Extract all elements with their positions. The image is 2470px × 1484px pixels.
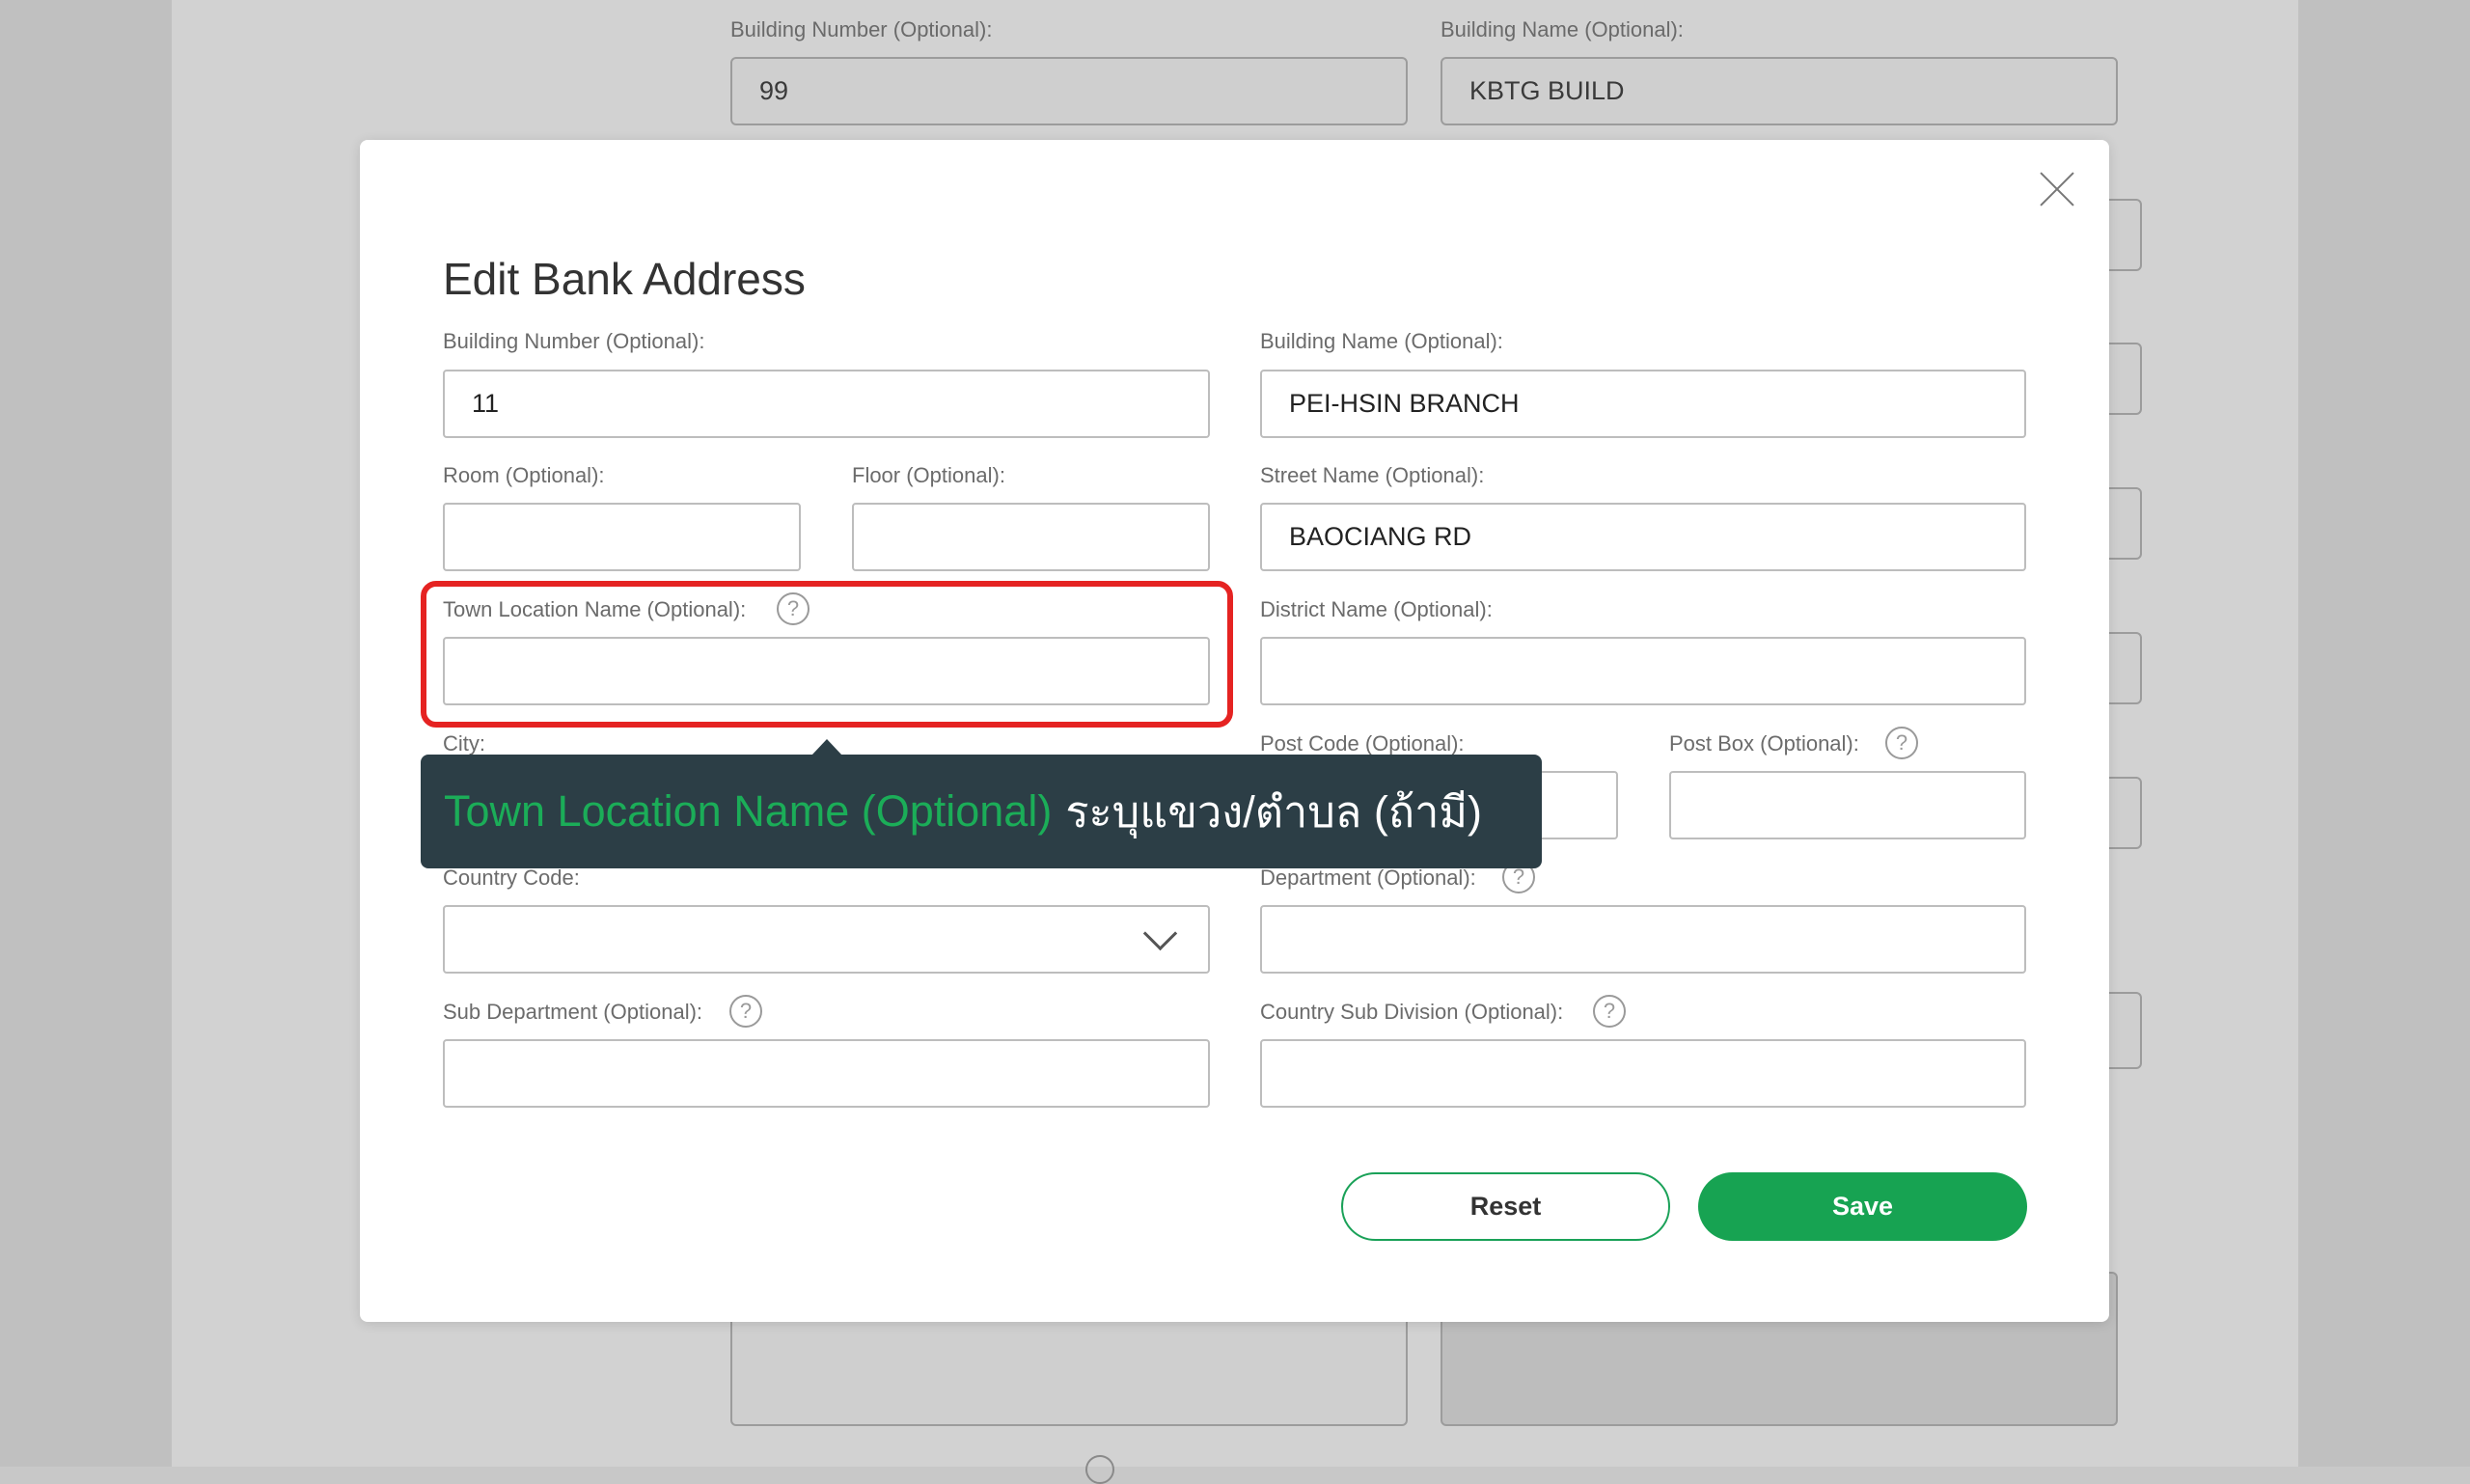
bg-building-number-label: Building Number (Optional): [730,17,993,41]
street-name-input[interactable]: BAOCIANG RD [1260,503,2026,571]
close-icon[interactable] [2038,170,2076,208]
background-left-margin [0,0,172,1467]
tooltip-field-name: Town Location Name (Optional) [444,786,1053,836]
department-label: Department (Optional): [1260,866,1476,890]
save-button[interactable]: Save [1698,1172,2027,1241]
country-sub-division-label: Country Sub Division (Optional): [1260,1000,1564,1024]
room-label: Room (Optional): [443,463,605,487]
country-sub-division-input[interactable] [1260,1039,2026,1108]
building-name-input[interactable]: PEI-HSIN BRANCH [1260,370,2026,438]
post-box-input[interactable] [1669,771,2026,839]
help-tooltip: Town Location Name (Optional) ระบุแขวง/ต… [421,755,1542,868]
building-number-label: Building Number (Optional): [443,329,705,353]
floor-input[interactable] [852,503,1210,571]
building-number-input[interactable]: 11 [443,370,1210,438]
bg-building-number-input: 99 [730,57,1408,125]
district-name-label: District Name (Optional): [1260,597,1493,621]
country-sub-division-help-icon[interactable]: ? [1593,995,1626,1028]
district-name-input[interactable] [1260,637,2026,705]
department-input[interactable] [1260,905,2026,974]
background-right-margin [2298,0,2470,1467]
bg-building-name-label: Building Name (Optional): [1441,17,1684,41]
tooltip-arrow [811,739,842,756]
reset-button[interactable]: Reset [1341,1172,1670,1241]
street-name-label: Street Name (Optional): [1260,463,1485,487]
post-box-help-icon[interactable]: ? [1885,727,1918,759]
building-name-label: Building Name (Optional): [1260,329,1503,353]
floor-label: Floor (Optional): [852,463,1005,487]
city-label: City: [443,731,485,756]
sub-department-help-icon[interactable]: ? [729,995,762,1028]
post-box-label: Post Box (Optional): [1669,731,1859,756]
post-code-label: Post Code (Optional): [1260,731,1465,756]
bg-help-icon [1085,1455,1114,1484]
bg-building-name-input: KBTG BUILD [1441,57,2118,125]
country-code-select[interactable] [443,905,1210,974]
room-input[interactable] [443,503,801,571]
tooltip-description: ระบุแขวง/ตำบล (ถ้ามี) [1065,787,1483,837]
country-code-label: Country Code: [443,866,580,890]
sub-department-label: Sub Department (Optional): [443,1000,703,1024]
modal-title: Edit Bank Address [443,254,806,304]
sub-department-input[interactable] [443,1039,1210,1108]
town-location-highlight [421,581,1233,728]
